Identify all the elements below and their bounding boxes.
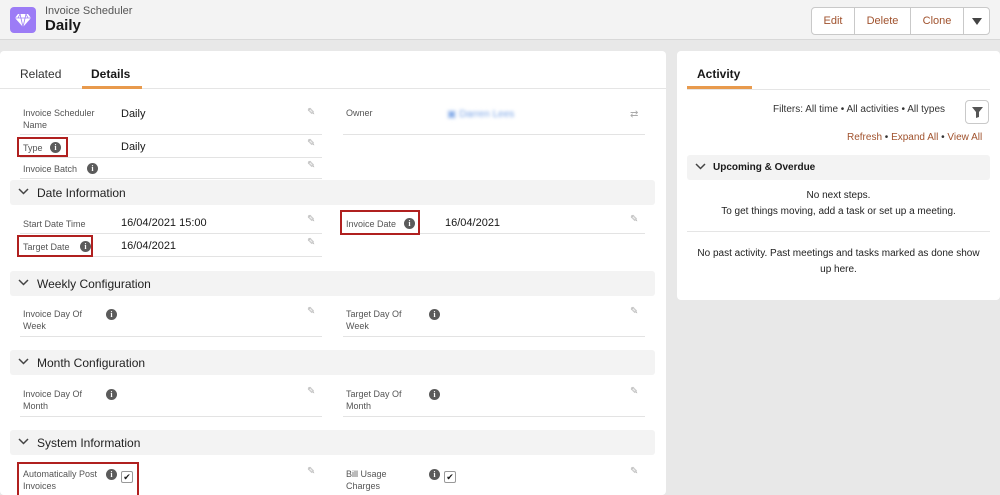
filter-icon <box>971 106 983 118</box>
field-label: Invoice Day Of Week <box>23 309 83 331</box>
field-weekly-invoice-day: Invoice Day Of Week i ✎ <box>20 304 322 337</box>
edit-button[interactable]: Edit <box>812 8 855 34</box>
get-moving-text: To get things moving, add a task or set … <box>721 206 956 217</box>
edit-pencil-icon[interactable]: ✎ <box>307 386 315 397</box>
no-past-activity-text-2: up here. <box>820 264 857 275</box>
chevron-down-icon <box>18 436 29 450</box>
edit-pencil-icon[interactable]: ✎ <box>307 466 315 477</box>
tab-activity[interactable]: Activity <box>697 67 740 81</box>
owner-name: Darren Lees <box>459 109 515 120</box>
edit-pencil-icon[interactable]: ✎ <box>630 306 638 317</box>
chevron-down-icon <box>18 356 29 370</box>
divider <box>687 89 990 90</box>
section-system-information[interactable]: System Information <box>10 430 655 455</box>
field-invoice-batch: Invoice Batch i ✎ <box>20 158 322 179</box>
upcoming-overdue-section[interactable]: Upcoming & Overdue <box>687 155 990 180</box>
delete-button[interactable]: Delete <box>855 8 911 34</box>
field-monthly-invoice-day: Invoice Day Of Month i ✎ <box>20 384 322 417</box>
no-past-activity-text: No past activity. Past meetings and task… <box>697 248 980 259</box>
upcoming-title: Upcoming & Overdue <box>713 162 816 173</box>
divider <box>687 231 990 232</box>
field-value: 16/04/2021 15:00 <box>121 217 207 229</box>
edit-pencil-icon[interactable]: ✎ <box>307 138 315 149</box>
section-date-information[interactable]: Date Information <box>10 180 655 205</box>
record-tabs: Related Details <box>0 51 666 89</box>
clone-button[interactable]: Clone <box>911 8 964 34</box>
no-next-steps-text: No next steps. <box>806 190 871 201</box>
info-icon[interactable]: i <box>429 309 440 320</box>
record-header: Invoice Scheduler Daily Edit Delete Clon… <box>0 0 1000 40</box>
edit-pencil-icon[interactable]: ✎ <box>307 306 315 317</box>
field-value: Daily <box>121 141 146 153</box>
edit-pencil-icon[interactable]: ✎ <box>630 386 638 397</box>
info-icon[interactable]: i <box>87 163 98 174</box>
field-value: Daily <box>121 108 146 120</box>
highlight-box <box>17 137 68 157</box>
edit-pencil-icon[interactable]: ✎ <box>307 237 315 248</box>
refresh-link[interactable]: Refresh <box>847 132 882 143</box>
chevron-down-icon <box>18 277 29 291</box>
field-bill-usage-charges: Bill Usage Charges i ✔ ✎ <box>343 464 645 495</box>
field-label: Start Date Time <box>23 219 86 229</box>
invoice-scheduler-object-icon <box>10 7 36 33</box>
activity-card: Activity Filters: All time • All activit… <box>677 51 1000 300</box>
info-icon[interactable]: i <box>429 389 440 400</box>
field-label: Owner <box>346 108 373 118</box>
section-title: Month Configuration <box>37 356 146 370</box>
chevron-down-icon <box>18 186 29 200</box>
edit-pencil-icon[interactable]: ✎ <box>630 214 638 225</box>
section-title: System Information <box>37 436 141 450</box>
activity-filters-text: Filters: All time • All activities • All… <box>773 104 946 115</box>
highlight-box <box>17 235 93 257</box>
expand-all-link[interactable]: Expand All <box>891 132 938 143</box>
section-title: Weekly Configuration <box>37 277 151 291</box>
info-icon[interactable]: i <box>106 389 117 400</box>
chevron-down-icon <box>695 161 706 175</box>
edit-pencil-icon[interactable]: ✎ <box>307 160 315 171</box>
object-label: Invoice Scheduler <box>45 5 133 17</box>
chevron-down-icon <box>971 17 982 25</box>
info-icon[interactable]: i <box>106 309 117 320</box>
more-actions-dropdown[interactable] <box>964 8 989 34</box>
field-label: Bill Usage Charges <box>346 469 387 491</box>
info-icon[interactable]: i <box>429 469 440 480</box>
record-title: Daily <box>45 17 81 34</box>
edit-pencil-icon[interactable]: ✎ <box>307 214 315 225</box>
field-label: Invoice Scheduler Name <box>23 108 95 130</box>
edit-pencil-icon[interactable]: ✎ <box>307 107 315 118</box>
field-monthly-target-day: Target Day Of Month i ✎ <box>343 384 645 417</box>
tab-related[interactable]: Related <box>20 67 61 81</box>
field-start-date-time: Start Date Time 16/04/2021 15:00 ✎ <box>20 212 322 234</box>
field-weekly-target-day: Target Day Of Week i ✎ <box>343 304 645 337</box>
section-title: Date Information <box>37 186 126 200</box>
bill-usage-checkbox[interactable]: ✔ <box>444 471 456 483</box>
user-icon: ▣ <box>447 109 460 120</box>
field-label: Target Day Of Week <box>346 309 402 331</box>
change-owner-icon[interactable]: ⇄ <box>630 109 638 120</box>
tab-details[interactable]: Details <box>91 67 130 81</box>
section-weekly-configuration[interactable]: Weekly Configuration <box>10 271 655 296</box>
owner-link[interactable]: ▣ Darren Lees <box>447 109 514 120</box>
field-label: Invoice Day Of Month <box>23 389 83 411</box>
filter-button[interactable] <box>965 100 989 124</box>
active-tab-indicator <box>82 86 142 89</box>
edit-pencil-icon[interactable]: ✎ <box>630 466 638 477</box>
activity-links: Refresh • Expand All • View All <box>847 132 982 143</box>
field-label: Target Day Of Month <box>346 389 402 411</box>
field-owner: Owner ▣ Darren Lees ⇄ <box>343 103 645 135</box>
section-month-configuration[interactable]: Month Configuration <box>10 350 655 375</box>
highlight-box <box>340 210 420 235</box>
action-button-group: Edit Delete Clone <box>811 7 990 35</box>
field-value: 16/04/2021 <box>121 240 177 252</box>
field-label: Invoice Batch <box>23 164 78 174</box>
field-invoice-scheduler-name: Invoice Scheduler Name Daily ✎ <box>20 103 322 135</box>
view-all-link[interactable]: View All <box>947 132 982 143</box>
details-card: Related Details Invoice Scheduler Name D… <box>0 51 666 495</box>
field-value: 16/04/2021 <box>445 217 501 229</box>
highlight-box <box>17 462 139 495</box>
